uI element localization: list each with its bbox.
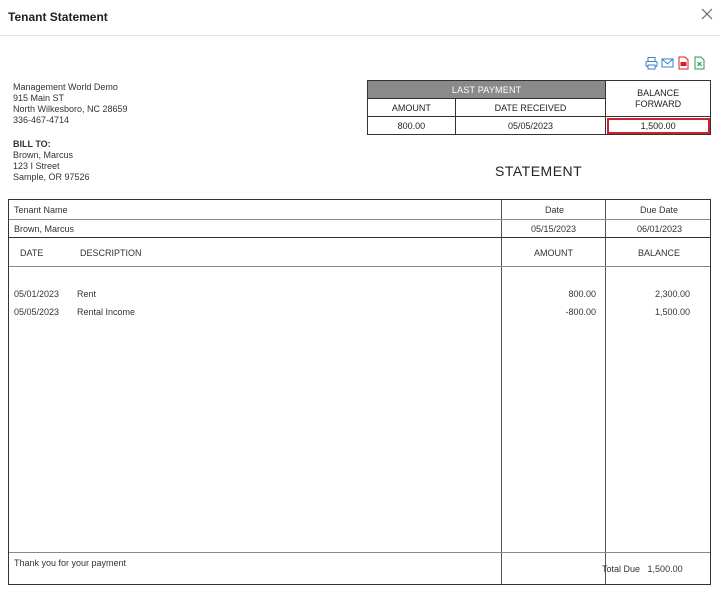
row-2-description: Rental Income [77,307,136,317]
bill-to-address: BILL TO: Brown, Marcus 123 I Street Samp… [13,139,90,183]
column-balance: BALANCE [638,248,681,258]
balance-forward-label-line1: BALANCE [637,87,680,98]
column-amount: AMOUNT [534,248,573,258]
window-title: Tenant Statement [8,10,108,24]
bill-to-label: BILL TO: [13,139,51,149]
last-payment-amount: 800.00 [367,116,456,135]
bill-to-city: Sample, OR 97526 [13,172,90,182]
company-name: Management World Demo [13,82,118,92]
bill-to-name: Brown, Marcus [13,150,74,160]
divider-columns [9,266,710,267]
pdf-icon[interactable] [677,56,690,70]
divider-balance [605,200,606,584]
date-label: Date [545,205,565,215]
total-due-value: 1,500.00 [647,564,683,574]
row-1-description: Rent [77,289,97,299]
email-icon[interactable] [661,56,674,70]
statement-title: STATEMENT [495,163,583,179]
last-payment-date: 05/05/2023 [454,116,607,135]
divider-header [9,219,710,220]
total-due: Total Due 1,500.00 [602,564,683,574]
statement-date-value: 05/15/2023 [531,224,577,234]
due-date-label: Due Date [640,205,679,215]
row-1-balance: 2,300.00 [654,289,690,299]
last-payment-table: LAST PAYMENT BALANCE FORWARD AMOUNT DATE… [366,80,711,135]
tenant-name-label: Tenant Name [14,205,68,215]
row-1-amount: 800.00 [568,289,596,299]
last-payment-header: LAST PAYMENT [366,80,607,99]
tenant-name-value: Brown, Marcus [14,224,75,234]
total-due-label: Total Due [602,564,641,574]
company-address: Management World Demo 915 Main ST North … [13,82,128,126]
excel-icon[interactable] [693,56,706,70]
last-payment-date-label: DATE RECEIVED [454,98,607,117]
balance-forward-header: BALANCE FORWARD [605,80,711,117]
footer-message: Thank you for your payment [14,558,127,568]
divider-amount [501,200,502,584]
row-2-balance: 1,500.00 [654,307,690,317]
balance-forward-value: 1,500.00 [605,116,711,135]
balance-forward-label-line2: FORWARD [635,98,682,109]
statement-table: Tenant Name Date Due Date Brown, Marcus … [8,199,711,585]
title-bar: Tenant Statement [0,0,720,36]
bill-to-street: 123 I Street [13,161,60,171]
row-2-date: 05/05/2023 [14,307,60,317]
company-phone: 336-467-4714 [13,115,70,125]
company-street: 915 Main ST [13,93,65,103]
close-icon[interactable] [700,7,714,21]
column-description: DESCRIPTION [80,248,142,258]
column-date: DATE [20,248,44,258]
print-icon[interactable] [645,56,658,70]
company-city: North Wilkesboro, NC 28659 [13,104,128,114]
last-payment-amount-label: AMOUNT [367,98,456,117]
row-1-date: 05/01/2023 [14,289,60,299]
due-date-value: 06/01/2023 [637,224,683,234]
divider-info [9,237,710,238]
divider-footer [9,552,710,553]
export-toolbar [645,56,706,70]
row-2-amount: -800.00 [565,307,596,317]
